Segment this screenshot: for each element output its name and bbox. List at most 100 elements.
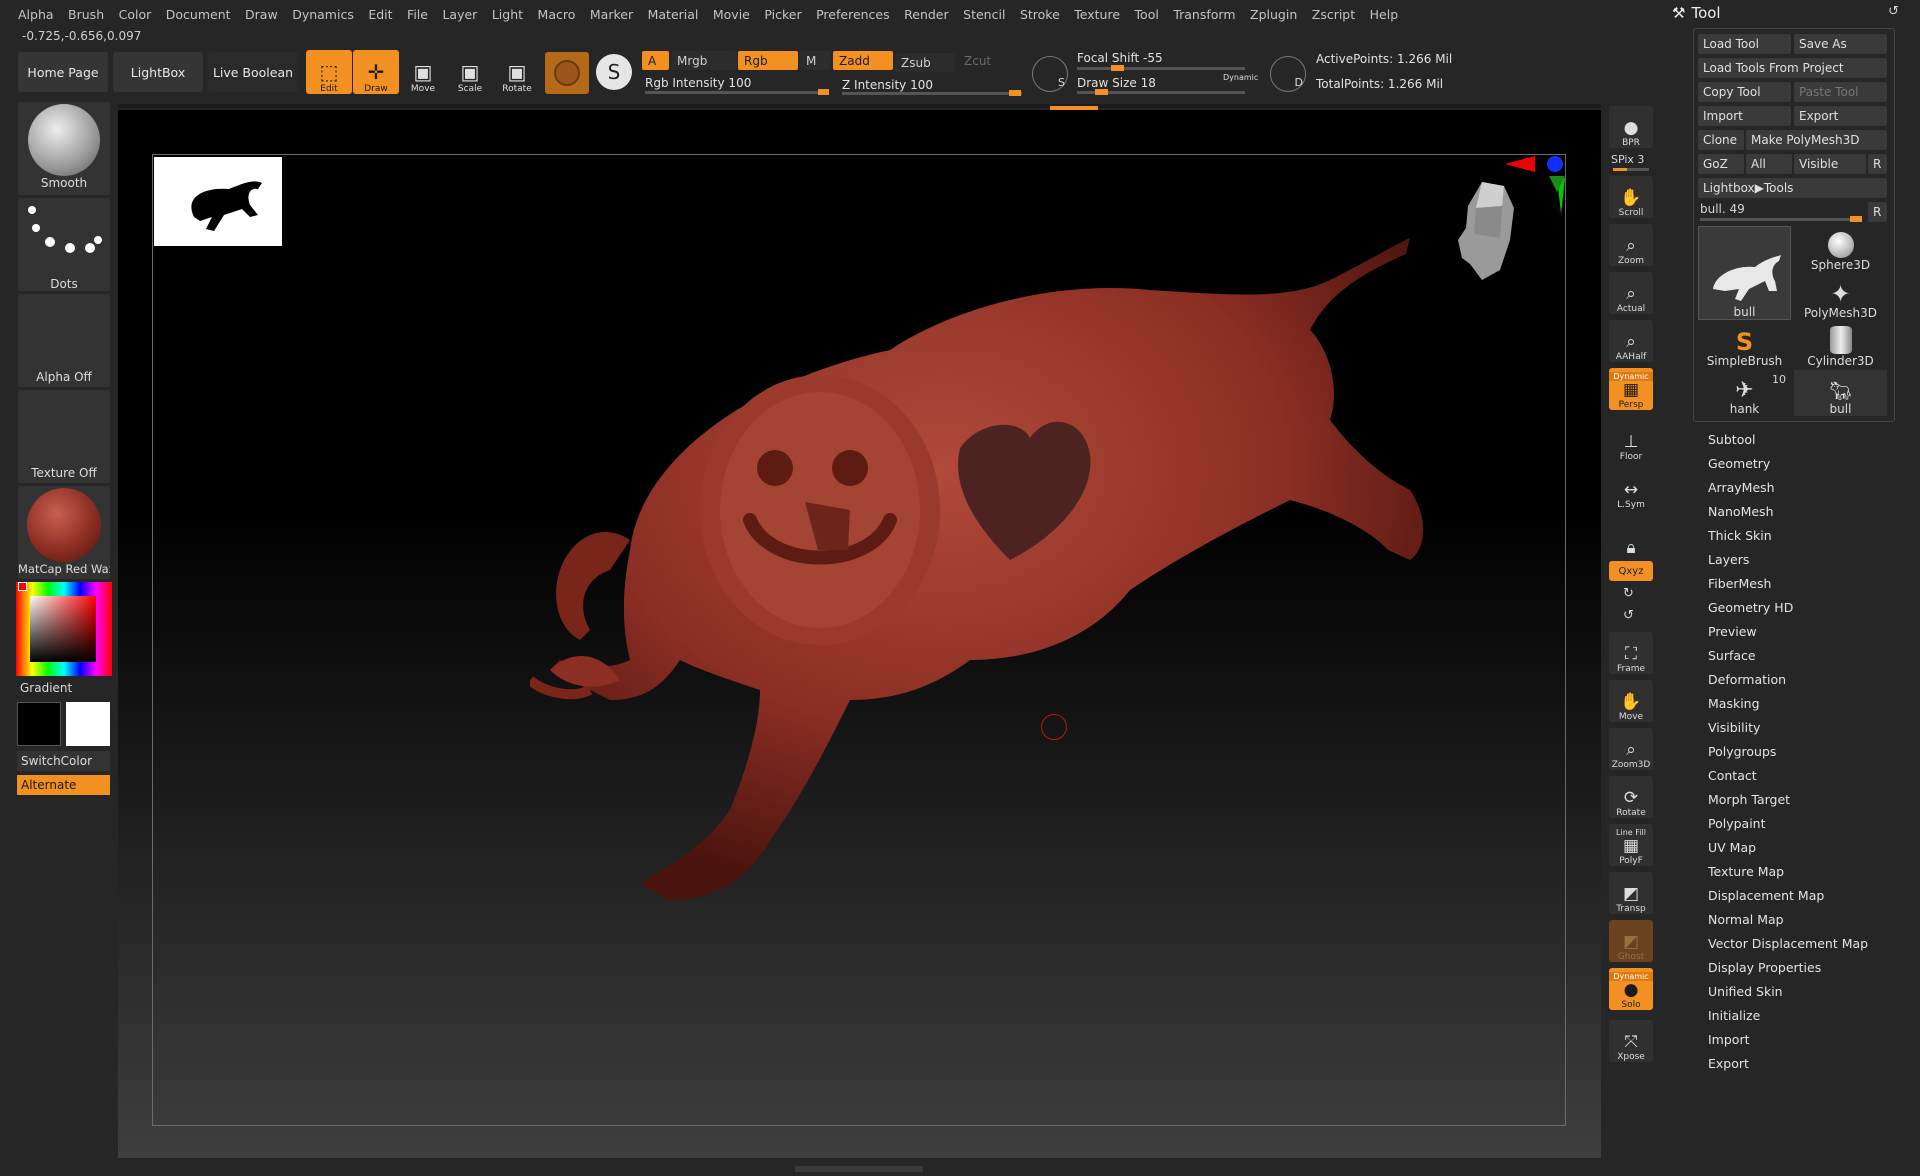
tool-section-morph-target[interactable]: Morph Target xyxy=(1708,788,1908,812)
tool-section-polygroups[interactable]: Polygroups xyxy=(1708,740,1908,764)
stroke-selector[interactable]: Dots xyxy=(18,198,110,291)
tool-section-subtool[interactable]: Subtool xyxy=(1708,428,1908,452)
tool-section-vector-displacement-map[interactable]: Vector Displacement Map xyxy=(1708,932,1908,956)
tool-section-masking[interactable]: Masking xyxy=(1708,692,1908,716)
load-tool-button[interactable]: Load Tool xyxy=(1698,34,1791,54)
rgb-intensity-handle[interactable] xyxy=(818,89,829,95)
reset-icon[interactable]: ↺ xyxy=(1888,4,1899,19)
menu-tool[interactable]: Tool xyxy=(1135,7,1159,22)
aahalf-button[interactable]: ⌕ AAHalf xyxy=(1609,320,1653,362)
tool-thumb-sphere3d[interactable]: Sphere3D xyxy=(1794,226,1887,272)
tool-section-import[interactable]: Import xyxy=(1708,1028,1908,1052)
menu-draw[interactable]: Draw xyxy=(245,7,278,22)
make-polymesh-button[interactable]: Make PolyMesh3D xyxy=(1746,130,1887,150)
menu-material[interactable]: Material xyxy=(648,7,699,22)
tool-section-deformation[interactable]: Deformation xyxy=(1708,668,1908,692)
clone-button[interactable]: Clone xyxy=(1698,130,1744,150)
focal-shift-handle[interactable] xyxy=(1111,65,1124,71)
mrgb-toggle[interactable]: Mrgb xyxy=(671,51,737,70)
rgb-intensity-slider[interactable] xyxy=(645,91,829,94)
scale-mode-button[interactable]: ▣ Scale xyxy=(447,50,493,94)
import-button[interactable]: Import xyxy=(1698,106,1791,126)
draw-mode-button[interactable]: ✛ Draw xyxy=(353,50,399,94)
tool-section-geometry-hd[interactable]: Geometry HD xyxy=(1708,596,1908,620)
color-picker[interactable] xyxy=(16,582,112,676)
paste-tool-button[interactable]: Paste Tool xyxy=(1794,82,1887,102)
color-saturation-square[interactable] xyxy=(30,596,96,662)
lock-button[interactable]: 🔒︎ xyxy=(1609,516,1653,558)
menu-movie[interactable]: Movie xyxy=(713,7,750,22)
zcut-toggle[interactable]: Zcut xyxy=(958,51,1018,70)
spotlight-icon[interactable]: S xyxy=(596,54,632,90)
move-view-button[interactable]: ✋ Move xyxy=(1609,680,1653,722)
menu-help[interactable]: Help xyxy=(1370,7,1399,22)
home-page-button[interactable]: Home Page xyxy=(18,52,108,92)
menu-color[interactable]: Color xyxy=(119,7,152,22)
solo-button[interactable]: Dynamic ● Solo xyxy=(1609,968,1653,1010)
tool-palette-title[interactable]: ⚒ Tool xyxy=(1672,4,1721,22)
texture-selector[interactable]: Texture Off xyxy=(18,390,110,483)
lightbox-button[interactable]: LightBox xyxy=(113,52,203,92)
tool-slider-handle[interactable] xyxy=(1850,216,1862,222)
xpose-button[interactable]: ⤧ Xpose xyxy=(1609,1020,1653,1062)
menu-brush[interactable]: Brush xyxy=(68,7,104,22)
alternate-button[interactable]: Alternate xyxy=(17,775,110,795)
lsym-button[interactable]: ↔ L.Sym xyxy=(1609,468,1653,510)
rotate-y-icon[interactable]: ↻ xyxy=(1623,586,1634,601)
tool-r-button[interactable]: R xyxy=(1868,202,1887,222)
a-toggle[interactable]: A xyxy=(642,51,669,70)
tool-section-polypaint[interactable]: Polypaint xyxy=(1708,812,1908,836)
lightbox-tools-button[interactable]: Lightbox▶Tools xyxy=(1698,178,1887,198)
menu-zscript[interactable]: Zscript xyxy=(1312,7,1355,22)
dynamic-d-icon[interactable]: D xyxy=(1270,56,1306,92)
goz-visible-button[interactable]: Visible xyxy=(1794,154,1866,174)
tool-section-layers[interactable]: Layers xyxy=(1708,548,1908,572)
tool-thumb-bull[interactable]: bull xyxy=(1698,226,1791,320)
tool-thumb-bull-2[interactable]: 🐂︎ bull xyxy=(1794,370,1887,416)
focal-shift-slider[interactable] xyxy=(1077,67,1245,70)
actual-button[interactable]: ⌕ Actual xyxy=(1609,272,1653,314)
switch-color-button[interactable]: SwitchColor xyxy=(17,751,110,771)
menu-texture[interactable]: Texture xyxy=(1074,7,1120,22)
tool-section-nanomesh[interactable]: NanoMesh xyxy=(1708,500,1908,524)
export-button[interactable]: Export xyxy=(1794,106,1887,126)
rotate-mode-button[interactable]: ▣ Rotate xyxy=(494,50,540,94)
menu-zplugin[interactable]: Zplugin xyxy=(1250,7,1297,22)
spix-label[interactable]: SPix 3 xyxy=(1611,153,1644,166)
tool-section-thick-skin[interactable]: Thick Skin xyxy=(1708,524,1908,548)
zsub-toggle[interactable]: Zsub xyxy=(895,53,955,72)
polyf-button[interactable]: Line Fill ▦ PolyF xyxy=(1609,824,1653,866)
zadd-toggle[interactable]: Zadd xyxy=(833,51,893,70)
navigation-thumbnail[interactable] xyxy=(154,157,282,246)
copy-tool-button[interactable]: Copy Tool xyxy=(1698,82,1791,102)
tool-section-export[interactable]: Export xyxy=(1708,1052,1908,1076)
secondary-color-swatch[interactable] xyxy=(17,702,61,746)
tool-section-fibermesh[interactable]: FiberMesh xyxy=(1708,572,1908,596)
tool-section-initialize[interactable]: Initialize xyxy=(1708,1004,1908,1028)
menu-preferences[interactable]: Preferences xyxy=(816,7,890,22)
bpr-button[interactable]: ● BPR xyxy=(1609,106,1653,148)
live-boolean-button[interactable]: Live Boolean xyxy=(208,52,298,92)
z-intensity-handle[interactable] xyxy=(1009,90,1021,96)
main-color-swatch[interactable] xyxy=(66,702,110,746)
tool-section-texture-map[interactable]: Texture Map xyxy=(1708,860,1908,884)
gradient-toggle[interactable]: Gradient xyxy=(20,681,72,695)
tool-slider[interactable] xyxy=(1700,218,1860,221)
menu-macro[interactable]: Macro xyxy=(538,7,576,22)
goz-all-button[interactable]: All xyxy=(1746,154,1792,174)
tool-section-geometry[interactable]: Geometry xyxy=(1708,452,1908,476)
rotate-z-icon[interactable]: ↺ xyxy=(1623,608,1634,623)
menu-marker[interactable]: Marker xyxy=(590,7,633,22)
menu-light[interactable]: Light xyxy=(492,7,523,22)
menu-layer[interactable]: Layer xyxy=(442,7,477,22)
persp-button[interactable]: Dynamic ▦ Persp xyxy=(1609,368,1653,410)
spix-slider[interactable] xyxy=(1613,168,1649,171)
goz-r-button[interactable]: R xyxy=(1868,154,1887,174)
xyz-button[interactable]: Qxyz xyxy=(1609,561,1653,581)
transp-button[interactable]: ◩ Transp xyxy=(1609,872,1653,914)
alpha-selector[interactable]: Alpha Off xyxy=(18,294,110,387)
tool-section-contact[interactable]: Contact xyxy=(1708,764,1908,788)
bull-sculpt-model[interactable] xyxy=(530,220,1430,900)
frame-button[interactable]: ⛶ Frame xyxy=(1609,632,1653,674)
tool-thumb-simplebrush[interactable]: S SimpleBrush xyxy=(1698,322,1791,368)
